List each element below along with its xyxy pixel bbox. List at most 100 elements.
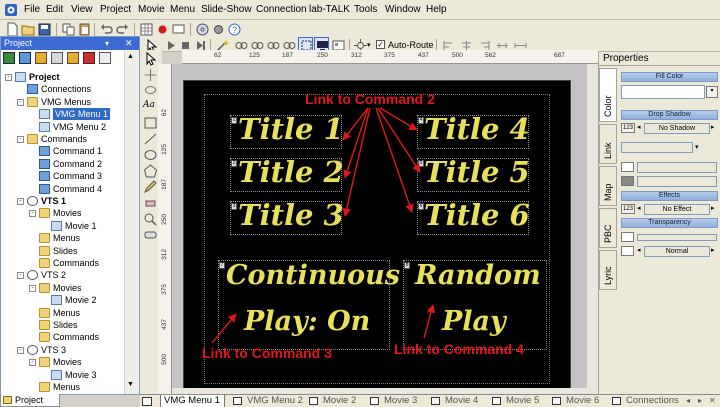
- tab-vmg-menu-1[interactable]: VMG Menu 1: [160, 395, 225, 407]
- tab-close-icon[interactable]: ✕: [709, 396, 716, 405]
- record-icon[interactable]: [154, 21, 169, 36]
- scroll-up-icon[interactable]: ▲: [127, 53, 134, 60]
- tree-expander-icon[interactable]: -: [5, 74, 12, 81]
- button-tool-icon[interactable]: [143, 228, 158, 242]
- tab-movie-3[interactable]: Movie 3: [370, 395, 417, 407]
- save-icon[interactable]: [36, 21, 51, 36]
- menu-button-title-4[interactable]: Title 4: [424, 112, 530, 146]
- help-icon[interactable]: ?: [226, 21, 241, 36]
- menu-button-play-on[interactable]: Play: On: [244, 306, 370, 337]
- settings-icon[interactable]: [210, 21, 225, 36]
- tab-link[interactable]: Link: [599, 124, 617, 164]
- canvas-v-scrollbar[interactable]: [586, 64, 598, 388]
- effects-number[interactable]: 123: [621, 204, 635, 214]
- menu-tools[interactable]: Tools: [354, 4, 377, 16]
- shadow-distance-icon[interactable]: [621, 162, 634, 172]
- tab-color[interactable]: Color: [599, 68, 617, 122]
- tab-vmg-menu-2[interactable]: VMG Menu 2: [233, 395, 303, 407]
- pin-icon[interactable]: ▾: [105, 37, 109, 50]
- tab-map[interactable]: Map: [599, 166, 617, 206]
- grid-icon[interactable]: [138, 21, 153, 36]
- blend-prev-icon[interactable]: ◂: [637, 246, 641, 254]
- project-delete-icon[interactable]: [83, 52, 95, 64]
- preview-icon[interactable]: [170, 21, 185, 36]
- tab-lyric[interactable]: Lyric: [599, 250, 617, 290]
- eraser-tool-icon[interactable]: [143, 196, 158, 210]
- effects-prev-icon[interactable]: ◂: [637, 204, 641, 212]
- menu-button-title-6[interactable]: Title 6: [424, 198, 530, 232]
- tree-scrollbar[interactable]: ▲ ▼: [124, 51, 139, 394]
- pan-tool-icon[interactable]: [143, 68, 158, 82]
- tab-movie-2[interactable]: Movie 2: [309, 395, 356, 407]
- redo-icon[interactable]: [114, 21, 129, 36]
- blend-next-icon[interactable]: ▸: [711, 246, 715, 254]
- project-add-icon[interactable]: [3, 52, 15, 64]
- burn-icon[interactable]: [194, 21, 209, 36]
- tree-expander-icon[interactable]: -: [17, 272, 24, 280]
- tree-expander-icon[interactable]: -: [17, 198, 24, 205]
- menu-button-continuous[interactable]: Continuous: [226, 260, 400, 291]
- menu-edit[interactable]: Edit: [46, 4, 63, 16]
- lasso-tool-icon[interactable]: [143, 84, 158, 98]
- effects-value[interactable]: No Effect: [644, 204, 710, 215]
- project-slide-icon[interactable]: [51, 52, 63, 64]
- select-tool-icon[interactable]: [143, 52, 158, 66]
- fill-color-swatch[interactable]: [621, 85, 705, 99]
- tab-pbc[interactable]: PBC: [599, 208, 617, 248]
- tree-expander-icon[interactable]: -: [29, 210, 36, 218]
- menu-movie[interactable]: Movie: [138, 4, 165, 16]
- project-menu-icon[interactable]: [19, 52, 31, 64]
- close-icon[interactable]: ✕: [125, 37, 133, 50]
- tab-scroll-right-icon[interactable]: ▸: [698, 396, 702, 405]
- tab-movie-5[interactable]: Movie 5: [492, 395, 539, 407]
- scroll-down-icon[interactable]: ▼: [127, 381, 134, 388]
- open-icon[interactable]: [20, 21, 35, 36]
- prev-icon[interactable]: ◂: [637, 123, 641, 131]
- menu-button-title-2[interactable]: Title 2: [238, 155, 344, 189]
- menu-button-play[interactable]: Play: [442, 306, 506, 337]
- text-tool-icon[interactable]: Aa: [143, 100, 158, 114]
- menu-connection[interactable]: Connection: [256, 4, 307, 16]
- rectangle-tool-icon[interactable]: [143, 116, 158, 130]
- menu-help[interactable]: Help: [426, 4, 447, 16]
- drop-shadow-value[interactable]: No Shadow: [644, 123, 710, 134]
- menu-button-title-3[interactable]: Title 3: [238, 198, 344, 232]
- copy-icon[interactable]: [60, 21, 75, 36]
- tab-project[interactable]: Project: [0, 394, 60, 407]
- menu-file[interactable]: File: [24, 4, 40, 16]
- shadow-blur-slider[interactable]: [637, 176, 717, 187]
- polygon-tool-icon[interactable]: [143, 164, 158, 178]
- ellipse-tool-icon[interactable]: [143, 148, 158, 162]
- new-icon[interactable]: [4, 21, 19, 37]
- tree-expander-icon[interactable]: -: [29, 359, 36, 367]
- effects-next-icon[interactable]: ▸: [711, 204, 715, 212]
- shadow-color-field[interactable]: [621, 142, 693, 153]
- menu-lab-talk[interactable]: lab-TALK: [309, 4, 350, 16]
- undo-icon[interactable]: [98, 21, 113, 36]
- menu-button-title-5[interactable]: Title 5: [424, 155, 530, 189]
- pencil-tool-icon[interactable]: [143, 180, 158, 194]
- menu-menu[interactable]: Menu: [170, 4, 195, 16]
- menu-button-random[interactable]: Random: [415, 260, 541, 291]
- menu-project[interactable]: Project: [100, 4, 131, 16]
- blend-mode-icon[interactable]: [621, 246, 634, 256]
- line-tool-icon[interactable]: [143, 132, 158, 146]
- drop-shadow-number[interactable]: 123: [621, 123, 635, 133]
- project-folder-icon[interactable]: [35, 52, 47, 64]
- next-icon[interactable]: ▸: [711, 123, 715, 131]
- zoom-tool-icon[interactable]: [143, 212, 158, 226]
- route-dropdown-icon[interactable]: ▾: [367, 41, 371, 49]
- tree-expander-icon[interactable]: -: [29, 284, 36, 292]
- app-icon[interactable]: [4, 3, 18, 17]
- auto-route-checkbox[interactable]: ✓: [376, 40, 385, 49]
- tree-expander-icon[interactable]: -: [17, 98, 24, 106]
- fill-color-dropdown-icon[interactable]: ▾: [706, 86, 718, 98]
- project-props-icon[interactable]: [99, 52, 111, 64]
- tab-scroll-left-icon[interactable]: ◂: [686, 396, 690, 405]
- shadow-distance-slider[interactable]: [637, 162, 717, 173]
- transparency-icon[interactable]: [621, 232, 634, 242]
- menu-window[interactable]: Window: [385, 4, 421, 16]
- tree-expander-icon[interactable]: -: [17, 346, 24, 354]
- paste-icon[interactable]: [76, 21, 91, 36]
- play-icon[interactable]: [162, 37, 177, 52]
